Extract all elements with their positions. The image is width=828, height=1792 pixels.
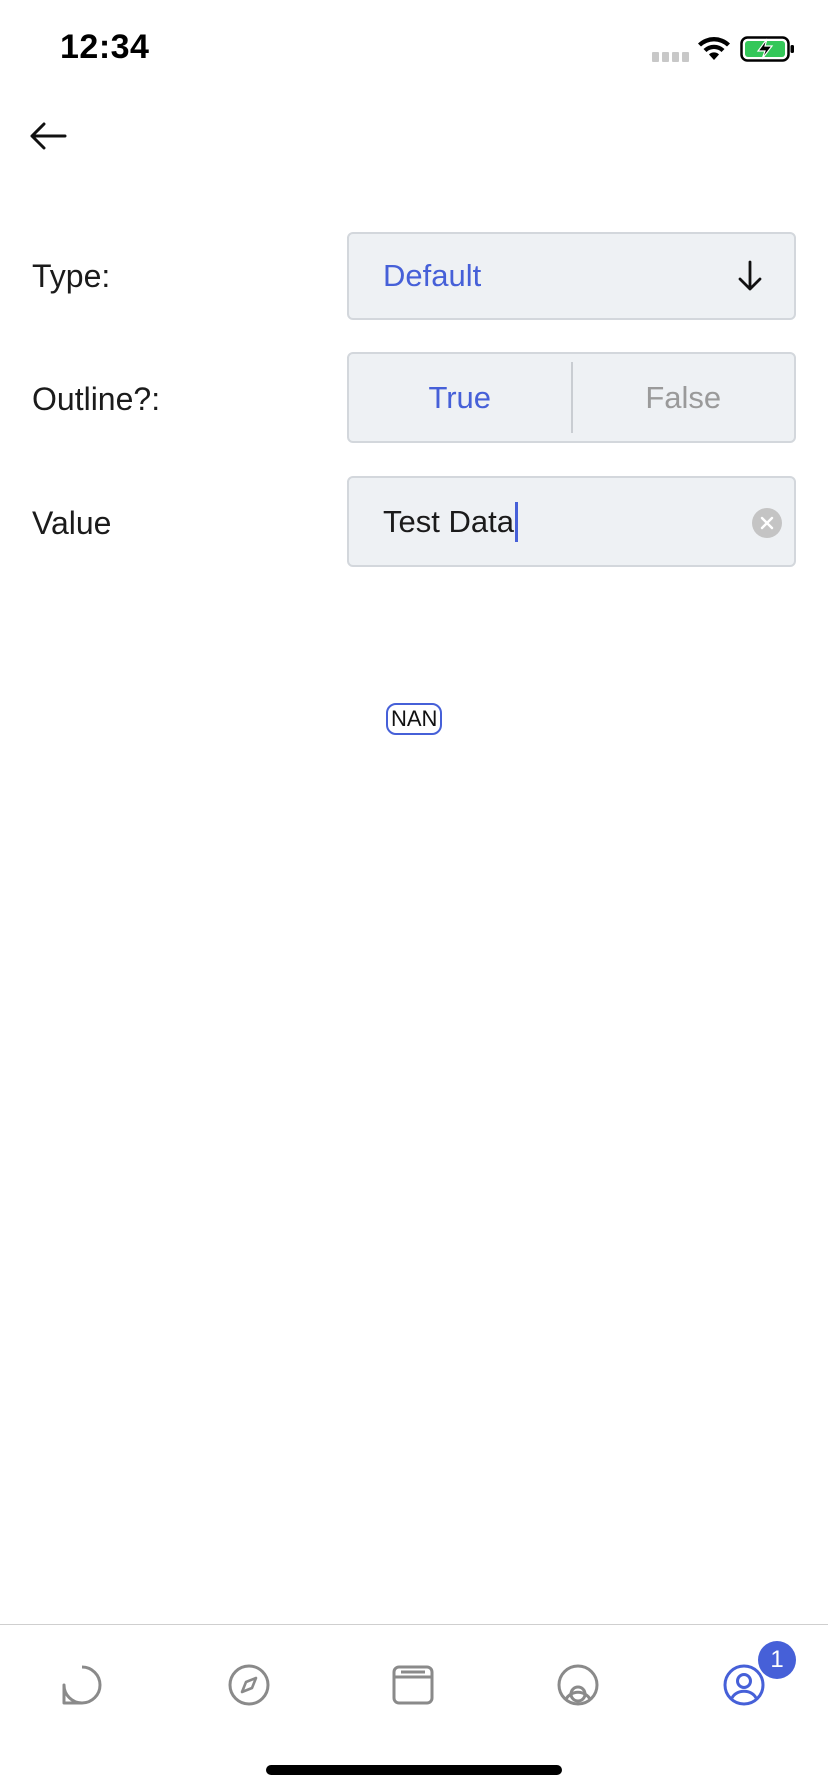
type-label: Type: [32, 258, 111, 294]
outline-option-true[interactable]: True [349, 354, 571, 441]
outline-toggle: True False [347, 352, 796, 443]
tab-explore[interactable] [219, 1655, 279, 1715]
value-label: Value [32, 505, 112, 541]
wifi-icon [698, 37, 730, 60]
type-select[interactable]: Default [347, 232, 796, 320]
status-time: 12:34 [60, 28, 150, 66]
arrow-down-icon [738, 260, 762, 291]
outline-option-false[interactable]: False [573, 354, 795, 441]
outline-label: Outline?: [32, 381, 161, 417]
badge-preview: NAN [386, 703, 443, 735]
battery-charging-icon [740, 36, 794, 62]
text-cursor [514, 501, 518, 542]
cellular-signal-icon [652, 52, 689, 62]
tab-chat[interactable] [52, 1655, 112, 1715]
home-indicator [266, 1765, 562, 1775]
chat-bubble-icon [62, 1665, 102, 1705]
arrow-left-icon [30, 122, 67, 150]
value-input-text: Test Data [383, 503, 514, 539]
type-select-value: Default [383, 258, 482, 293]
back-button[interactable] [24, 112, 72, 160]
value-input[interactable]: Test Data [347, 476, 796, 567]
compass-icon [228, 1664, 270, 1706]
location-icon [557, 1664, 599, 1706]
tab-calendar[interactable] [383, 1655, 443, 1715]
notification-badge: 1 [758, 1641, 796, 1679]
calendar-icon [392, 1665, 434, 1705]
clear-x-icon [760, 516, 774, 530]
clear-button[interactable] [752, 508, 782, 538]
tab-location[interactable] [548, 1655, 608, 1715]
status-bar: 12:34 [0, 0, 828, 100]
